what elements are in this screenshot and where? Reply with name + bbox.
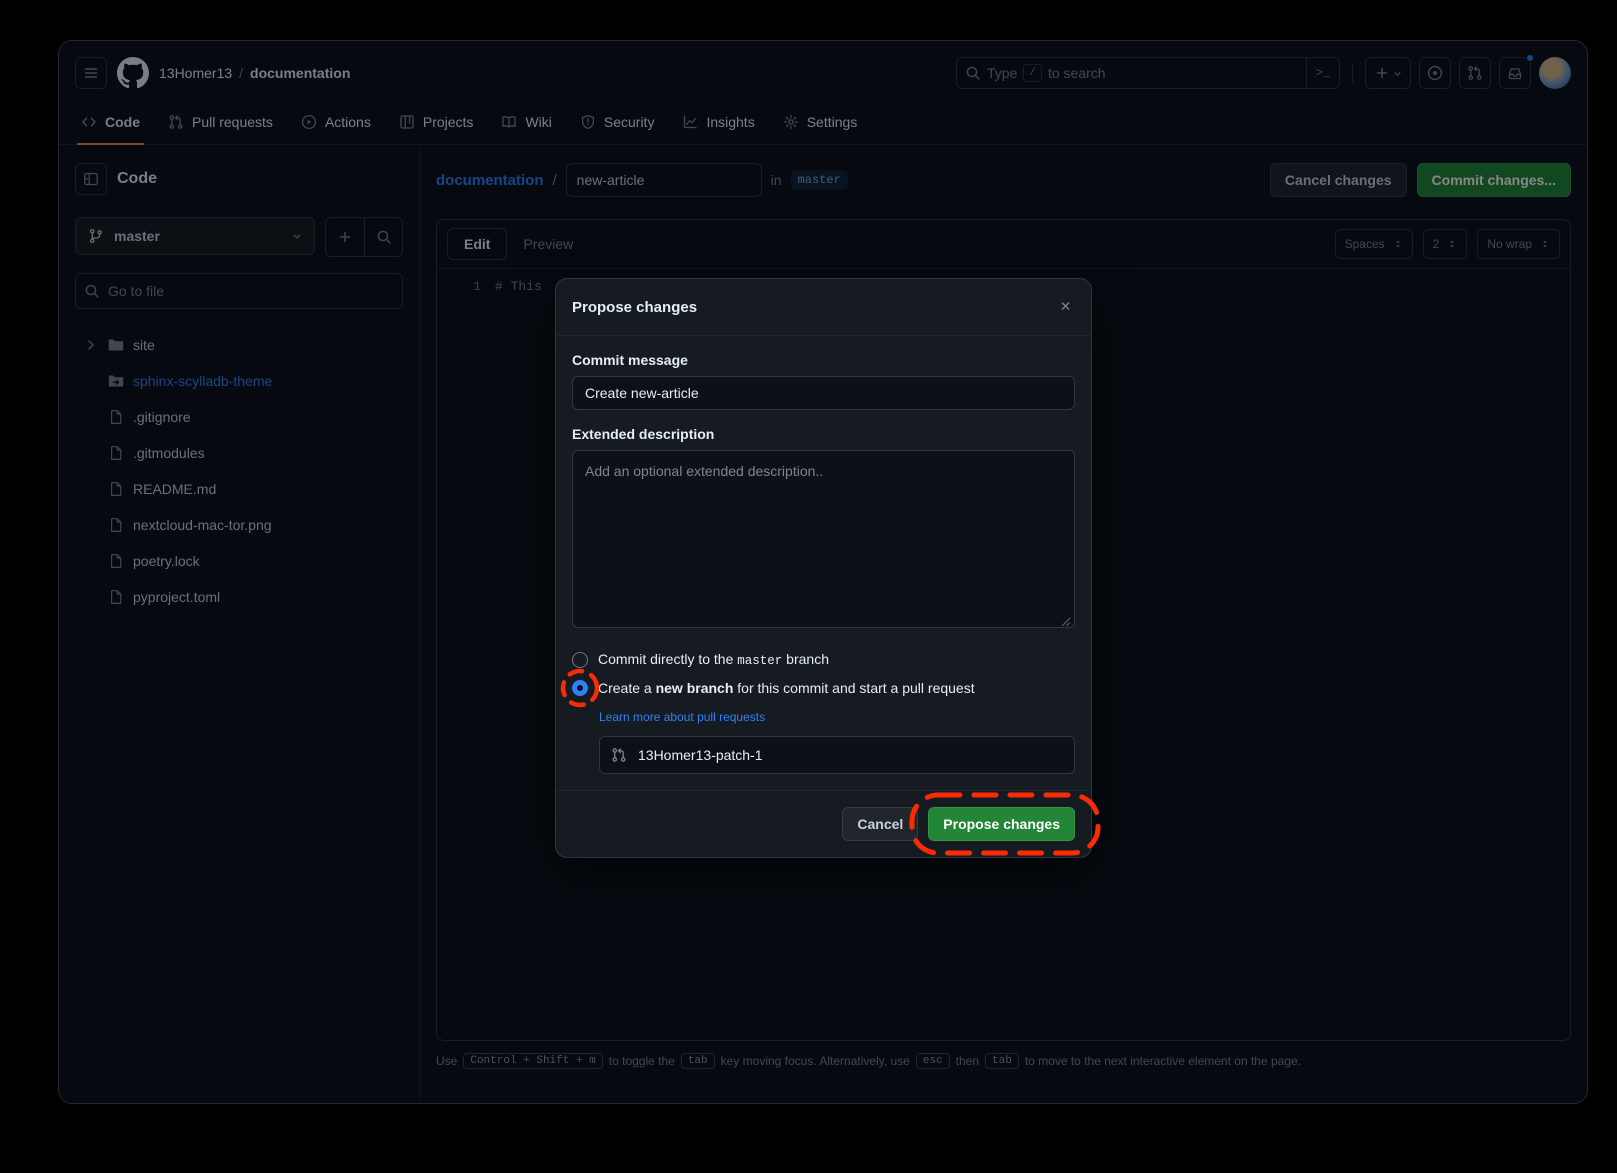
radio-checked[interactable]	[572, 680, 588, 696]
dialog-body: Commit message Extended description Comm…	[556, 336, 1091, 790]
dialog-title: Propose changes	[572, 299, 697, 316]
extended-description-wrapper	[572, 450, 1075, 633]
radio-annotation-wrapper	[572, 680, 588, 696]
create-branch-option[interactable]: Create a new branch for this commit and …	[572, 680, 1075, 696]
extended-description-label: Extended description	[572, 426, 1075, 442]
learn-more-link[interactable]: Learn more about pull requests	[599, 710, 765, 724]
create-branch-label: Create a new branch for this commit and …	[598, 680, 975, 696]
dialog-footer: Cancel Propose changes	[556, 790, 1091, 857]
propose-changes-dialog: Propose changes ✕ Commit message Extende…	[555, 278, 1092, 858]
cancel-button[interactable]: Cancel	[842, 807, 918, 841]
branch-name-wrapper	[599, 736, 1075, 774]
git-pull-request-icon	[611, 747, 627, 763]
radio-unchecked[interactable]	[572, 652, 588, 668]
extended-description-textarea[interactable]	[572, 450, 1075, 628]
commit-message-label: Commit message	[572, 352, 1075, 368]
resize-grip-icon[interactable]	[1061, 617, 1071, 627]
propose-changes-button[interactable]: Propose changes	[928, 807, 1075, 841]
branch-sub-block: Learn more about pull requests	[572, 708, 1075, 774]
commit-direct-option[interactable]: Commit directly to the master branch	[572, 651, 1075, 668]
commit-message-input[interactable]	[572, 376, 1075, 410]
branch-name-input[interactable]	[599, 736, 1075, 774]
commit-direct-label: Commit directly to the master branch	[598, 651, 829, 668]
close-dialog-button[interactable]: ✕	[1056, 295, 1075, 319]
propose-annotation-wrapper: Propose changes	[928, 807, 1075, 841]
close-icon: ✕	[1060, 299, 1071, 314]
dialog-header: Propose changes ✕	[556, 279, 1091, 336]
